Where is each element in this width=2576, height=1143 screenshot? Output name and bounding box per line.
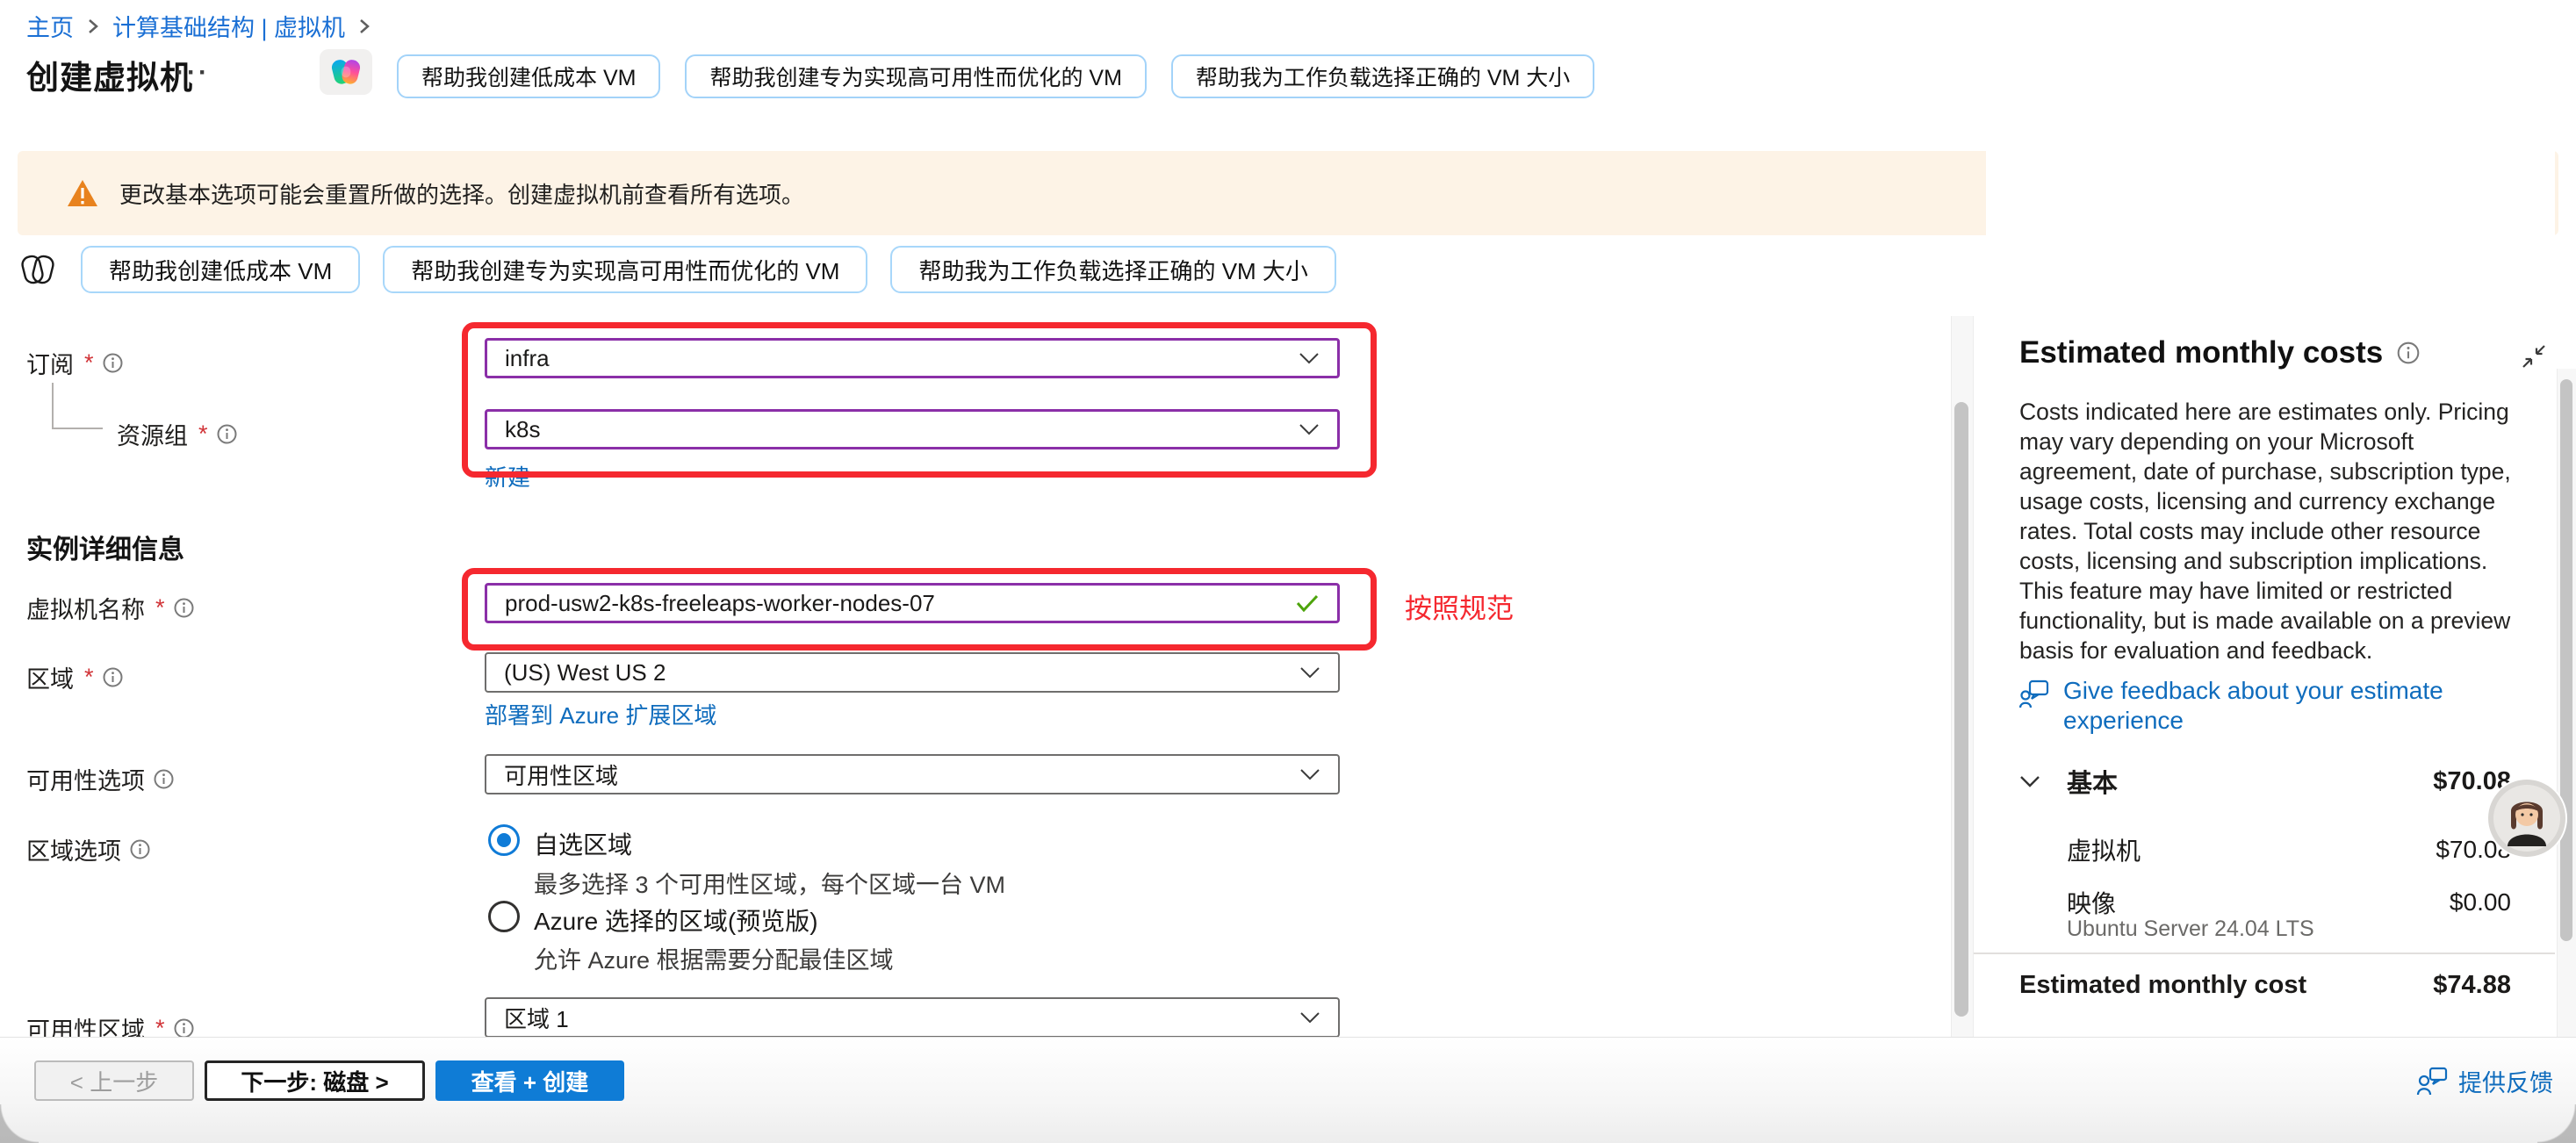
main-scrollbar-thumb[interactable]	[1954, 402, 1968, 1017]
radio-description: 允许 Azure 根据需要分配最佳区域	[534, 941, 894, 975]
info-icon[interactable]	[130, 839, 150, 859]
resource-group-dropdown[interactable]: k8s	[485, 409, 1340, 449]
feedback-person-icon	[2416, 1067, 2448, 1096]
chevron-down-icon[interactable]	[2019, 775, 2040, 788]
vm-name-label: 虚拟机名称*	[26, 591, 194, 625]
create-vm-page: 主页 计算基础结构 | 虚拟机 创建虚拟机 ··· 帮助我创建低成本	[0, 0, 2576, 1143]
cost-total-row: Estimated monthly cost $74.88	[2019, 966, 2511, 1004]
total-amount: $74.88	[2433, 971, 2511, 1000]
region-label: 区域*	[26, 660, 123, 694]
divider	[1974, 952, 2555, 954]
radio-label[interactable]: Azure 选择的区域(预览版)	[534, 902, 818, 938]
previous-button[interactable]: < 上一步	[34, 1060, 194, 1101]
breadcrumb-home[interactable]: 主页	[26, 9, 74, 43]
valid-check-icon	[1295, 593, 1320, 613]
annotation-text: 按照规范	[1405, 586, 1514, 626]
more-commands-button[interactable]: ···	[176, 58, 210, 88]
costs-panel-title: Estimated monthly costs	[2019, 335, 2383, 370]
cost-item-row: 映像 $0.00	[2019, 885, 2511, 920]
review-create-button[interactable]: 查看 + 创建	[435, 1060, 624, 1101]
next-disks-button[interactable]: 下一步: 磁盘 >	[205, 1060, 425, 1101]
radio-description: 最多选择 3 个可用性区域，每个区域一台 VM	[534, 866, 1005, 900]
chevron-down-icon	[1299, 1011, 1320, 1024]
panel-scrollbar-thumb[interactable]	[2560, 379, 2572, 941]
cost-amount: $0.00	[2450, 888, 2511, 917]
copilot-suggestion-low-cost-2[interactable]: 帮助我创建低成本 VM	[81, 246, 360, 293]
copilot-button[interactable]	[320, 49, 372, 95]
cost-item-subtitle: Ubuntu Server 24.04 LTS	[2067, 917, 2314, 942]
info-icon[interactable]	[2397, 341, 2420, 364]
info-icon[interactable]	[154, 769, 174, 789]
breadcrumb-vm[interactable]: 计算基础结构 | 虚拟机	[112, 9, 345, 43]
vm-name-input[interactable]: prod-usw2-k8s-freeleaps-worker-nodes-07	[485, 583, 1340, 623]
estimated-costs-panel: Estimated monthly costs Costs indicated …	[1986, 0, 2555, 1037]
window-corner	[0, 1104, 39, 1143]
subscription-label: 订阅*	[26, 346, 123, 380]
chevron-right-icon	[357, 16, 371, 37]
radio-label[interactable]: 自选区域	[534, 826, 632, 861]
chevron-down-icon	[1299, 768, 1320, 781]
radio-azure-selected-zones[interactable]	[488, 901, 520, 932]
copilot-suggestion-high-availability[interactable]: 帮助我创建专为实现高可用性而优化的 VM	[685, 54, 1146, 98]
breadcrumb: 主页 计算基础结构 | 虚拟机	[26, 9, 371, 43]
chevron-right-icon	[86, 16, 100, 37]
zone-options-label: 区域选项	[26, 832, 150, 866]
cost-item-row: 虚拟机 $70.08	[2019, 832, 2511, 867]
copilot-suggestions-row1: 帮助我创建低成本 VM 帮助我创建专为实现高可用性而优化的 VM 帮助我为工作负…	[397, 54, 1594, 98]
feedback-icon	[2019, 676, 2049, 711]
chevron-down-icon	[1299, 666, 1320, 679]
avatar[interactable]	[2488, 780, 2565, 857]
warning-icon	[67, 179, 98, 207]
indent-connector	[52, 428, 103, 429]
availability-zone-dropdown[interactable]: 区域 1	[485, 997, 1340, 1038]
footer-bar: < 上一步 下一步: 磁盘 > 查看 + 创建 提供反馈	[0, 1037, 2576, 1143]
copilot-suggestion-high-availability-2[interactable]: 帮助我创建专为实现高可用性而优化的 VM	[383, 246, 867, 293]
copilot-outline-icon	[18, 249, 58, 290]
region-dropdown[interactable]: (US) West US 2	[485, 652, 1340, 693]
avatar-image	[2493, 785, 2560, 852]
window-corner	[2537, 1104, 2576, 1143]
copilot-suggestion-low-cost[interactable]: 帮助我创建低成本 VM	[397, 54, 660, 98]
chevron-down-icon	[1299, 352, 1320, 365]
availability-options-label: 可用性选项	[26, 762, 174, 796]
extended-zones-link[interactable]: 部署到 Azure 扩展区域	[485, 698, 716, 730]
subscription-dropdown[interactable]: infra	[485, 338, 1340, 378]
page-title: 创建虚拟机	[26, 51, 193, 98]
give-feedback-link[interactable]: 提供反馈	[2416, 1064, 2553, 1098]
copilot-suggestion-right-size-2[interactable]: 帮助我为工作负载选择正确的 VM 大小	[890, 246, 1335, 293]
info-icon[interactable]	[174, 598, 194, 618]
availability-options-dropdown[interactable]: 可用性区域	[485, 754, 1340, 794]
cost-group-row: 基本 $70.08	[2019, 762, 2511, 801]
copilot-suggestion-right-size[interactable]: 帮助我为工作负载选择正确的 VM 大小	[1171, 54, 1594, 98]
info-icon[interactable]	[103, 353, 123, 373]
warning-text: 更改基本选项可能会重置所做的选择。创建虚拟机前查看所有选项。	[119, 177, 804, 210]
copilot-suggestions-row2: 帮助我创建低成本 VM 帮助我创建专为实现高可用性而优化的 VM 帮助我为工作负…	[18, 246, 1336, 293]
costs-disclaimer-text: Costs indicated here are estimates only.…	[2019, 397, 2533, 665]
copilot-icon	[329, 55, 363, 89]
collapse-panel-icon[interactable]	[2520, 342, 2548, 375]
info-icon[interactable]	[103, 667, 123, 687]
indent-connector	[52, 383, 54, 428]
info-icon[interactable]	[174, 1018, 194, 1039]
info-icon[interactable]	[217, 424, 237, 444]
estimate-feedback-link[interactable]: Give feedback about your estimate experi…	[2019, 676, 2537, 736]
instance-details-heading: 实例详细信息	[26, 528, 184, 566]
resource-group-label: 资源组*	[117, 417, 237, 451]
create-new-link[interactable]: 新建	[485, 460, 530, 492]
chevron-down-icon	[1299, 423, 1320, 436]
radio-self-selected-zones[interactable]	[488, 824, 520, 856]
